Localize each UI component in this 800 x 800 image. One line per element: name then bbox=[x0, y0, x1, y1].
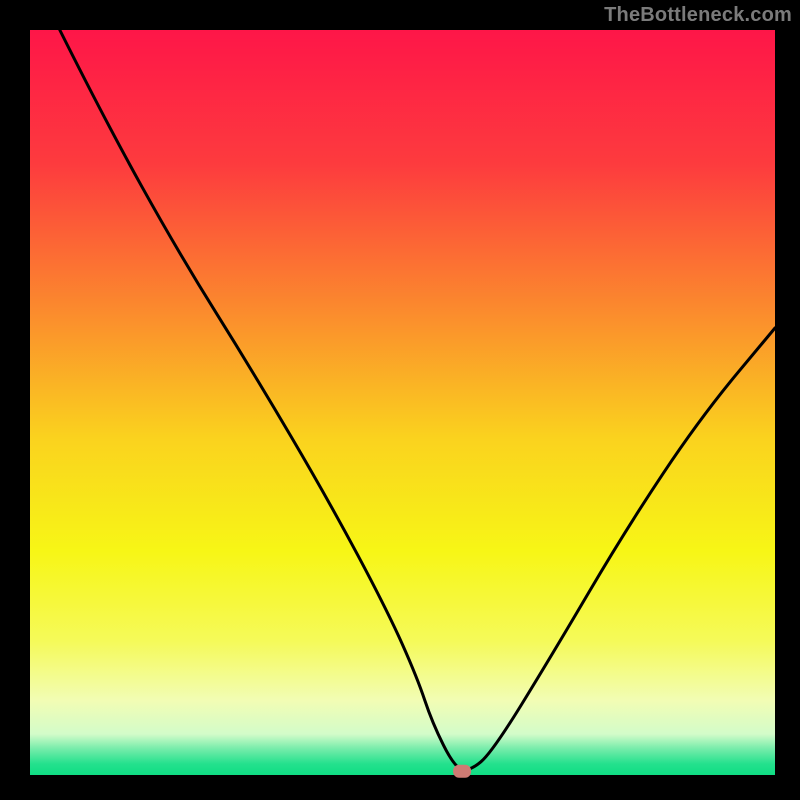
plot-area bbox=[30, 30, 775, 775]
bottleneck-chart bbox=[0, 0, 800, 800]
current-config-marker bbox=[453, 765, 471, 778]
watermark-label: TheBottleneck.com bbox=[604, 4, 792, 27]
chart-container: TheBottleneck.com bbox=[0, 0, 800, 800]
